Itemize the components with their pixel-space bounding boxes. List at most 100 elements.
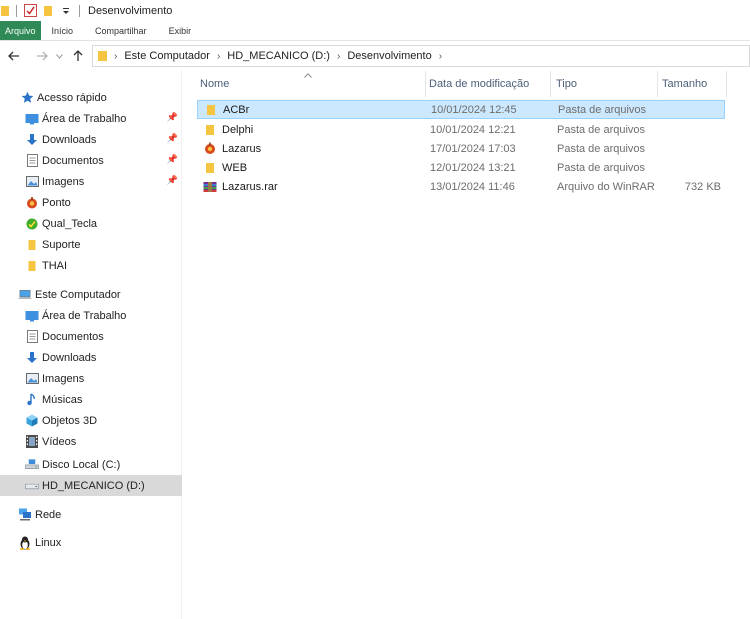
pin-icon[interactable]: 📌 xyxy=(167,112,178,123)
file-name: Lazarus xyxy=(222,142,262,155)
file-name-cell: Lazarus.rar xyxy=(203,180,278,194)
breadcrumb-desenvolvimento[interactable]: Desenvolvimento xyxy=(347,50,431,62)
file-name-cell: WEB xyxy=(203,161,247,175)
image-icon xyxy=(25,175,39,189)
file-name: Lazarus.rar xyxy=(222,180,278,193)
sidebar-item-label: Área de Trabalho xyxy=(42,309,127,322)
file-type: Arquivo do WinRAR xyxy=(557,180,655,193)
sidebar-item-downloads[interactable]: Downloads 📌 xyxy=(0,129,182,150)
sidebar-item-label: Downloads xyxy=(42,351,97,364)
file-type: Pasta de arquivos xyxy=(557,161,646,174)
breadcrumb-chevron-icon[interactable]: › xyxy=(217,51,220,62)
penguin-icon xyxy=(18,536,32,550)
file-date: 10/01/2024 12:45 xyxy=(431,103,517,116)
file-date: 12/01/2024 13:21 xyxy=(430,161,516,174)
pin-icon[interactable]: 📌 xyxy=(167,133,178,144)
window-title: Desenvolvimento xyxy=(88,4,173,17)
sidebar-item-label: Ponto xyxy=(42,196,71,209)
file-name: ACBr xyxy=(223,103,250,116)
local-disk-icon xyxy=(25,458,39,472)
tab-inicio[interactable]: Início xyxy=(41,21,85,40)
file-size: 732 KB xyxy=(684,180,721,193)
file-name: WEB xyxy=(222,161,248,174)
film-icon xyxy=(25,435,39,449)
file-type: Pasta de arquivos xyxy=(557,123,646,136)
breadcrumb-chevron-icon[interactable]: › xyxy=(439,51,442,62)
sidebar-item-pc-area-de-trabalho[interactable]: Área de Trabalho xyxy=(0,305,182,326)
title-bar: Desenvolvimento xyxy=(0,0,750,21)
winrar-icon xyxy=(203,180,217,194)
folder-icon[interactable] xyxy=(0,0,10,21)
sidebar-item-label: Documentos xyxy=(42,330,104,343)
folder-icon xyxy=(204,103,218,117)
sidebar-item-ponto[interactable]: Ponto xyxy=(0,192,182,213)
file-name-cell: Delphi xyxy=(203,123,253,137)
file-row-lazarus[interactable]: Lazarus 17/01/2024 17:03 Pasta de arquiv… xyxy=(197,139,725,158)
column-header-data[interactable]: Data de modificação xyxy=(424,71,551,97)
recent-locations-chevron-icon[interactable] xyxy=(53,45,65,67)
tab-exibir[interactable]: Exibir xyxy=(158,21,203,40)
column-header-nome[interactable]: Nome xyxy=(195,71,426,97)
file-row-lazarus-rar[interactable]: Lazarus.rar 13/01/2024 11:46 Arquivo do … xyxy=(197,177,725,196)
new-folder-icon[interactable] xyxy=(37,0,59,21)
up-arrow-icon[interactable] xyxy=(67,45,89,67)
file-row-acbr[interactable]: ACBr 10/01/2024 12:45 Pasta de arquivos xyxy=(197,100,725,119)
breadcrumb-este-computador[interactable]: Este Computador xyxy=(124,50,210,62)
sidebar-item-acesso-rapido[interactable]: Acesso rápido xyxy=(0,87,182,108)
sidebar-item-pc-imagens[interactable]: Imagens xyxy=(0,368,182,389)
image-icon xyxy=(25,372,39,386)
column-header-tipo[interactable]: Tipo xyxy=(551,71,658,97)
file-date: 13/01/2024 11:46 xyxy=(430,180,515,193)
pin-icon[interactable]: 📌 xyxy=(167,175,178,186)
separator xyxy=(16,4,17,17)
navigation-bar: › Este Computador › HD_MECANICO (D:) › D… xyxy=(0,42,750,70)
column-header-tamanho[interactable]: Tamanho xyxy=(657,71,727,97)
folder-icon xyxy=(203,161,217,175)
properties-checkmark-icon[interactable] xyxy=(23,0,37,21)
sidebar-item-imagens[interactable]: Imagens 📌 xyxy=(0,171,182,192)
sidebar-item-area-de-trabalho[interactable]: Área de Trabalho 📌 xyxy=(0,108,182,129)
file-row-delphi[interactable]: Delphi 10/01/2024 12:21 Pasta de arquivo… xyxy=(197,120,725,139)
sidebar-item-rede[interactable]: Rede xyxy=(0,504,182,525)
sidebar-item-hd-mecanico[interactable]: HD_MECANICO (D:) xyxy=(0,475,182,496)
back-arrow-icon[interactable] xyxy=(3,45,25,67)
sidebar-item-label: Downloads xyxy=(42,133,97,146)
sidebar-item-pc-downloads[interactable]: Downloads xyxy=(0,347,182,368)
sidebar-item-label: Este Computador xyxy=(35,288,121,301)
breadcrumb-chevron-icon[interactable]: › xyxy=(114,51,117,62)
sidebar-item-label: Qual_Tecla xyxy=(42,217,98,230)
tab-compartilhar[interactable]: Compartilhar xyxy=(84,21,158,40)
sidebar-item-musicas[interactable]: Músicas xyxy=(0,389,182,410)
sidebar-item-qual-tecla[interactable]: Qual_Tecla xyxy=(0,213,182,234)
sidebar-item-label: Disco Local (C:) xyxy=(42,458,121,471)
sidebar-item-label: Suporte xyxy=(42,238,81,251)
sidebar-item-linux[interactable]: Linux xyxy=(0,532,182,553)
sidebar-item-suporte[interactable]: Suporte xyxy=(0,234,182,255)
address-bar[interactable]: › Este Computador › HD_MECANICO (D:) › D… xyxy=(92,45,750,67)
desktop-icon xyxy=(25,309,39,323)
sidebar-item-videos[interactable]: Vídeos xyxy=(0,431,182,452)
computer-icon xyxy=(18,288,32,302)
sidebar-item-objetos-3d[interactable]: Objetos 3D xyxy=(0,410,182,431)
folder-icon xyxy=(25,259,39,273)
breadcrumb-chevron-icon[interactable]: › xyxy=(337,51,340,62)
sidebar-item-thai[interactable]: THAI xyxy=(0,255,182,276)
green-app-icon xyxy=(25,217,39,231)
file-date: 17/01/2024 17:03 xyxy=(430,142,516,155)
pin-icon[interactable]: 📌 xyxy=(167,154,178,165)
document-icon xyxy=(25,330,39,344)
sidebar-item-label: Área de Trabalho xyxy=(42,112,127,125)
file-row-web[interactable]: WEB 12/01/2024 13:21 Pasta de arquivos xyxy=(197,158,725,177)
customize-toolbar-icon[interactable] xyxy=(59,0,73,21)
tab-arquivo[interactable]: Arquivo xyxy=(0,21,41,40)
forward-arrow-icon[interactable] xyxy=(31,45,53,67)
breadcrumb-hd-mecanico[interactable]: HD_MECANICO (D:) xyxy=(227,50,330,62)
file-list: Nome Data de modificação Tipo Tamanho AC… xyxy=(183,70,750,619)
sidebar-item-label: Linux xyxy=(35,536,62,549)
sidebar-item-pc-documentos[interactable]: Documentos xyxy=(0,326,182,347)
sidebar-item-documentos[interactable]: Documentos 📌 xyxy=(0,150,182,171)
sidebar-item-label: Imagens xyxy=(42,175,85,188)
sidebar-item-este-computador[interactable]: Este Computador xyxy=(0,284,182,305)
sidebar-item-disco-local-c[interactable]: Disco Local (C:) xyxy=(0,454,182,475)
network-icon xyxy=(18,508,32,522)
